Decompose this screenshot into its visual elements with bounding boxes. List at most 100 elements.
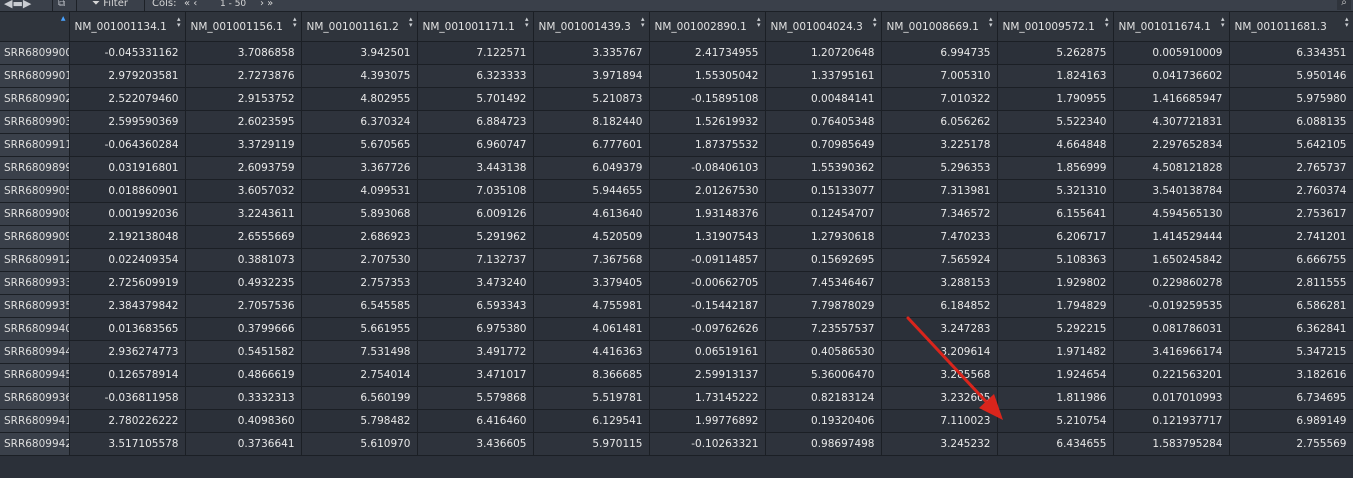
- table-cell: 8.182440: [533, 110, 650, 134]
- column-header-label: NM_001009572.1: [1002, 20, 1095, 33]
- column-header-label: NM_001001134.1: [74, 20, 167, 33]
- table-cell: 2.811555: [1229, 271, 1353, 295]
- table-cell: 7.005310: [881, 64, 998, 88]
- table-cell: 2.780226222: [69, 409, 186, 433]
- table-cell: 4.307721831: [1113, 110, 1230, 134]
- table-cell: 1.929802: [997, 271, 1114, 295]
- table-row: SRR6809942 3.517105578 0.3736641 5.610970 3.…: [0, 432, 1353, 456]
- filter-button[interactable]: ⏷ Filter: [92, 0, 128, 10]
- search-icon[interactable]: ⌕: [1337, 0, 1351, 10]
- column-header[interactable]: NM_001011674.1 ▴ ▾: [1113, 12, 1230, 42]
- table-cell: 0.4866619: [185, 363, 302, 387]
- table-cell: 1.93148376: [649, 202, 766, 226]
- table-cell: 2.01267530: [649, 179, 766, 203]
- table-cell: 7.470233: [881, 225, 998, 249]
- row-names-header[interactable]: ▲: [0, 12, 70, 42]
- table-cell: 6.362841: [1229, 317, 1353, 341]
- sort-icon: ▴ ▾: [640, 15, 645, 29]
- table-cell: 2.741201: [1229, 225, 1353, 249]
- table-cell: 6.994735: [881, 41, 998, 65]
- column-header-label: NM_001001439.3: [538, 20, 631, 33]
- column-header-label: NM_001004024.3: [770, 20, 863, 33]
- table-row: SRR6809936 -0.036811958 0.3332313 6.560199 5…: [0, 386, 1353, 410]
- popout-icon[interactable]: ⧉: [58, 0, 65, 10]
- table-cell: 5.108363: [997, 248, 1114, 272]
- table-cell: 6.009126: [417, 202, 534, 226]
- table-cell: 3.182616: [1229, 363, 1353, 387]
- table-cell: -0.10263321: [649, 432, 766, 456]
- sort-icon: ▴ ▾: [872, 15, 877, 29]
- table-cell: 6.777601: [533, 133, 650, 157]
- table-cell: -0.045331162: [69, 41, 186, 65]
- column-header-label: NM_001011674.1: [1118, 20, 1211, 33]
- column-header[interactable]: NM_001011681.3 ▴ ▾: [1229, 12, 1353, 42]
- table-cell: 4.613640: [533, 202, 650, 226]
- row-name: SRR6809933: [0, 271, 70, 295]
- table-cell: 4.755981: [533, 294, 650, 318]
- table-cell: 5.296353: [881, 156, 998, 180]
- table-cell: 1.650245842: [1113, 248, 1230, 272]
- table-cell: 6.734695: [1229, 386, 1353, 410]
- table-cell: 6.560199: [301, 386, 418, 410]
- table-cell: 0.126578914: [69, 363, 186, 387]
- table-cell: 0.022409354: [69, 248, 186, 272]
- column-header-label: NM_001011681.3: [1234, 20, 1327, 33]
- table-cell: 7.45346467: [765, 271, 882, 295]
- cols-next-button[interactable]: › »: [260, 0, 273, 10]
- back-forward-nav[interactable]: ◀▬▶: [4, 0, 31, 10]
- cols-prev-button[interactable]: « ‹: [184, 0, 197, 10]
- table-cell: 2.6555669: [185, 225, 302, 249]
- column-header[interactable]: NM_001001161.2 ▴ ▾: [301, 12, 418, 42]
- table-cell: 0.76405348: [765, 110, 882, 134]
- row-name: SRR6809940: [0, 317, 70, 341]
- column-header[interactable]: NM_001009572.1 ▴ ▾: [997, 12, 1114, 42]
- column-header[interactable]: NM_001001439.3 ▴ ▾: [533, 12, 650, 42]
- table-cell: 2.979203581: [69, 64, 186, 88]
- table-cell: 2.686923: [301, 225, 418, 249]
- table-row: SRR6809944 2.936274773 0.5451582 7.531498 3.…: [0, 340, 1353, 364]
- table-cell: 6.666755: [1229, 248, 1353, 272]
- table-cell: 0.5451582: [185, 340, 302, 364]
- table-cell: -0.036811958: [69, 386, 186, 410]
- table-cell: 1.55390362: [765, 156, 882, 180]
- table-cell: 5.36006470: [765, 363, 882, 387]
- table-cell: 0.031916801: [69, 156, 186, 180]
- column-header[interactable]: NM_001001156.1 ▴ ▾: [185, 12, 302, 42]
- table-cell: 5.519781: [533, 386, 650, 410]
- table-cell: 1.811986: [997, 386, 1114, 410]
- table-cell: 3.225178: [881, 133, 998, 157]
- sort-icon: ▴ ▾: [524, 15, 529, 29]
- row-name: SRR6809900: [0, 41, 70, 65]
- table-cell: 2.7273876: [185, 64, 302, 88]
- table-cell: 0.001992036: [69, 202, 186, 226]
- table-row: SRR6809933 2.725609919 0.4932235 2.757353 3.…: [0, 271, 1353, 295]
- column-header[interactable]: NM_001001171.1 ▴ ▾: [417, 12, 534, 42]
- table-cell: 6.155641: [997, 202, 1114, 226]
- table-cell: 4.061481: [533, 317, 650, 341]
- row-name: SRR6809935: [0, 294, 70, 318]
- table-cell: 6.323333: [417, 64, 534, 88]
- table-cell: 2.755569: [1229, 432, 1353, 456]
- table-cell: 0.06519161: [649, 340, 766, 364]
- column-header-label: NM_001001161.2: [306, 20, 399, 33]
- column-header[interactable]: NM_001008669.1 ▴ ▾: [881, 12, 998, 42]
- table-cell: 5.262875: [997, 41, 1114, 65]
- table-cell: 7.035108: [417, 179, 534, 203]
- table-cell: 6.129541: [533, 409, 650, 433]
- table-cell: 0.3799666: [185, 317, 302, 341]
- cols-label: Cols:: [152, 0, 177, 9]
- table-row: SRR6809899 0.031916801 2.6093759 3.367726 3.…: [0, 156, 1353, 180]
- table-cell: 6.593343: [417, 294, 534, 318]
- row-name: SRR6809942: [0, 432, 70, 456]
- table-cell: 7.132737: [417, 248, 534, 272]
- column-header[interactable]: NM_001004024.3 ▴ ▾: [765, 12, 882, 42]
- toolbar-divider: [144, 0, 145, 11]
- toolbar-divider: [52, 0, 53, 11]
- column-header-label: NM_001008669.1: [886, 20, 979, 33]
- table-cell: 6.586281: [1229, 294, 1353, 318]
- row-name: SRR6809899: [0, 156, 70, 180]
- table-cell: 3.443138: [417, 156, 534, 180]
- column-header[interactable]: NM_001001134.1 ▴ ▾: [69, 12, 186, 42]
- table-cell: -0.15895108: [649, 87, 766, 111]
- column-header[interactable]: NM_001002890.1 ▴ ▾: [649, 12, 766, 42]
